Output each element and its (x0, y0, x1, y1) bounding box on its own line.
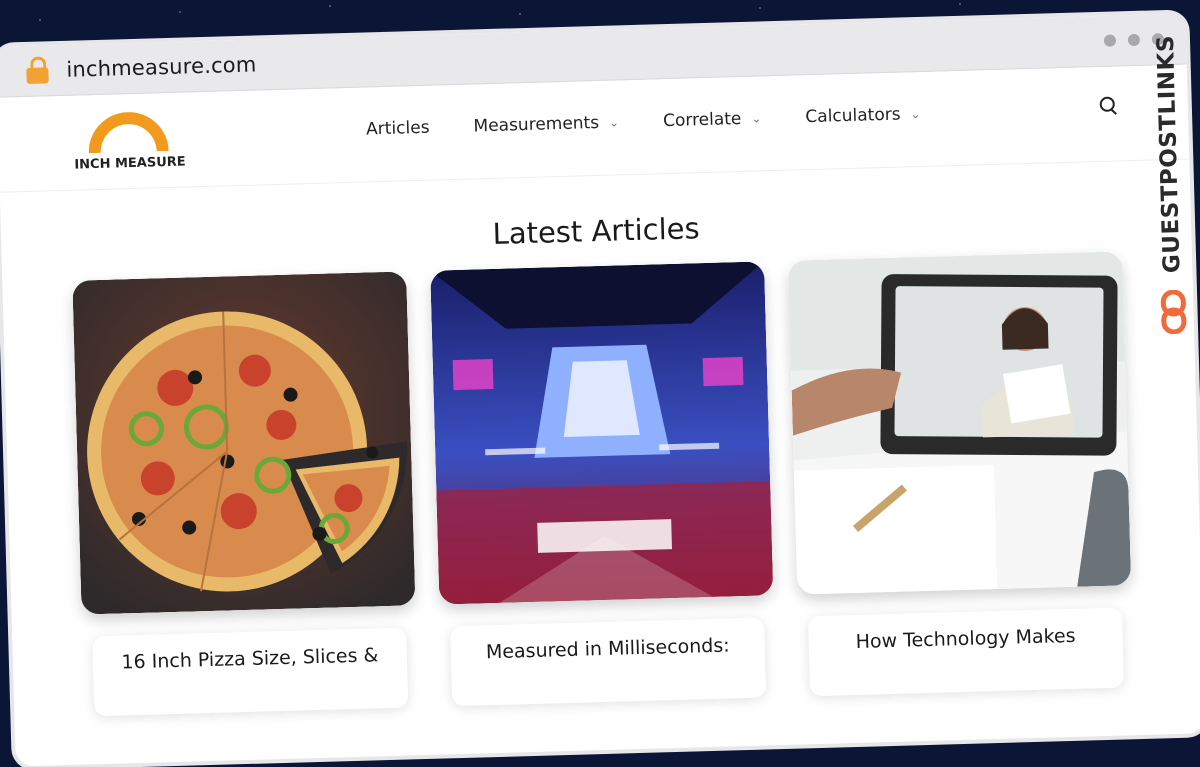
nav-item-measurements[interactable]: Measurements ⌄ (473, 112, 619, 136)
chain-link-icon (1160, 289, 1187, 335)
article-cards: 16 Inch Pizza Size, Slices & Measured in… (72, 251, 1134, 717)
nav-item-articles[interactable]: Articles (366, 118, 430, 140)
video-call-tablet-image[interactable] (787, 251, 1132, 595)
url-text[interactable]: inchmeasure.com (66, 52, 257, 81)
browser-window: inchmeasure.com INCH MEASURE Articles Me… (0, 13, 1200, 767)
main-nav: Articles Measurements ⌄ Correlate ⌄ Calc… (366, 104, 921, 140)
nav-label: Calculators (805, 104, 901, 128)
logo-text: INCH MEASURE (74, 154, 186, 173)
window-dot-icon[interactable] (1127, 33, 1141, 47)
watermark-text: GUESTPOSTLINKS (1152, 34, 1186, 274)
article-title[interactable]: How Technology Makes (807, 607, 1125, 697)
article-title[interactable]: Measured in Milliseconds: (450, 617, 767, 707)
nav-label: Measurements (473, 112, 600, 137)
nav-label: Correlate (662, 108, 742, 132)
article-card[interactable]: Measured in Milliseconds: (430, 261, 776, 707)
article-card[interactable]: How Technology Makes (787, 251, 1134, 697)
screenshot-scene: inchmeasure.com INCH MEASURE Articles Me… (0, 0, 1200, 767)
logo-arch-icon (87, 110, 169, 154)
nav-label: Articles (365, 117, 430, 140)
article-card[interactable]: 16 Inch Pizza Size, Slices & (72, 271, 418, 717)
chevron-down-icon: ⌄ (608, 115, 620, 130)
chevron-down-icon: ⌄ (751, 111, 762, 126)
site-logo[interactable]: INCH MEASURE (70, 106, 192, 175)
window-dot-icon[interactable] (1103, 34, 1117, 47)
lock-icon (26, 56, 49, 85)
nav-item-calculators[interactable]: Calculators ⌄ (805, 104, 921, 128)
pizza-image[interactable] (72, 271, 416, 615)
esports-arena-image[interactable] (430, 261, 774, 605)
chevron-down-icon: ⌄ (910, 106, 921, 122)
article-title[interactable]: 16 Inch Pizza Size, Slices & (92, 627, 409, 717)
search-icon[interactable] (1099, 96, 1118, 115)
nav-item-correlate[interactable]: Correlate ⌄ (663, 108, 762, 131)
